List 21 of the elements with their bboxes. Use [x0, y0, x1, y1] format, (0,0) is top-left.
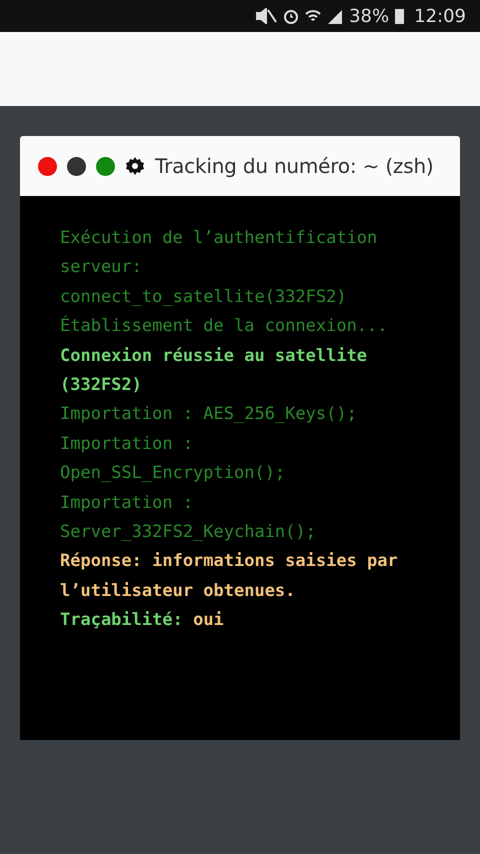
signal-icon	[327, 8, 344, 24]
terminal-line: Exécution de l’authentification serveur:	[60, 227, 378, 280]
terminal-line: Établissement de la connexion...	[60, 314, 389, 338]
terminal-line: Importation : Open_SSL_Encryption();	[60, 432, 286, 486]
terminal-line: Importation : AES_256_Keys();	[60, 403, 358, 426]
alarm-icon	[283, 8, 300, 24]
window-title: Tracking du numéro: ~ (zsh)	[155, 154, 434, 178]
window-control-dot[interactable]	[38, 156, 57, 176]
terminal-line: Réponse: informations saisies par l’utilisateur obtenues.	[60, 550, 399, 603]
terminal-line: Connexion réussie au satellite (332FS2)	[60, 344, 368, 398]
terminal-value: oui	[193, 610, 224, 630]
window-control-dot[interactable]	[67, 156, 86, 176]
terminal-label: Traçabilité:	[60, 610, 183, 630]
clock: 12:09	[414, 6, 466, 26]
window-control-dot[interactable]	[96, 156, 115, 176]
battery-icon	[395, 8, 404, 24]
terminal-line: connect_to_satellite(332FS2)	[60, 286, 348, 309]
mute-icon	[255, 8, 278, 24]
battery-percentage: 38%	[349, 6, 390, 26]
terminal-line: Importation : Server_332FS2_Keychain();	[60, 492, 317, 544]
settings-icon	[125, 156, 145, 176]
